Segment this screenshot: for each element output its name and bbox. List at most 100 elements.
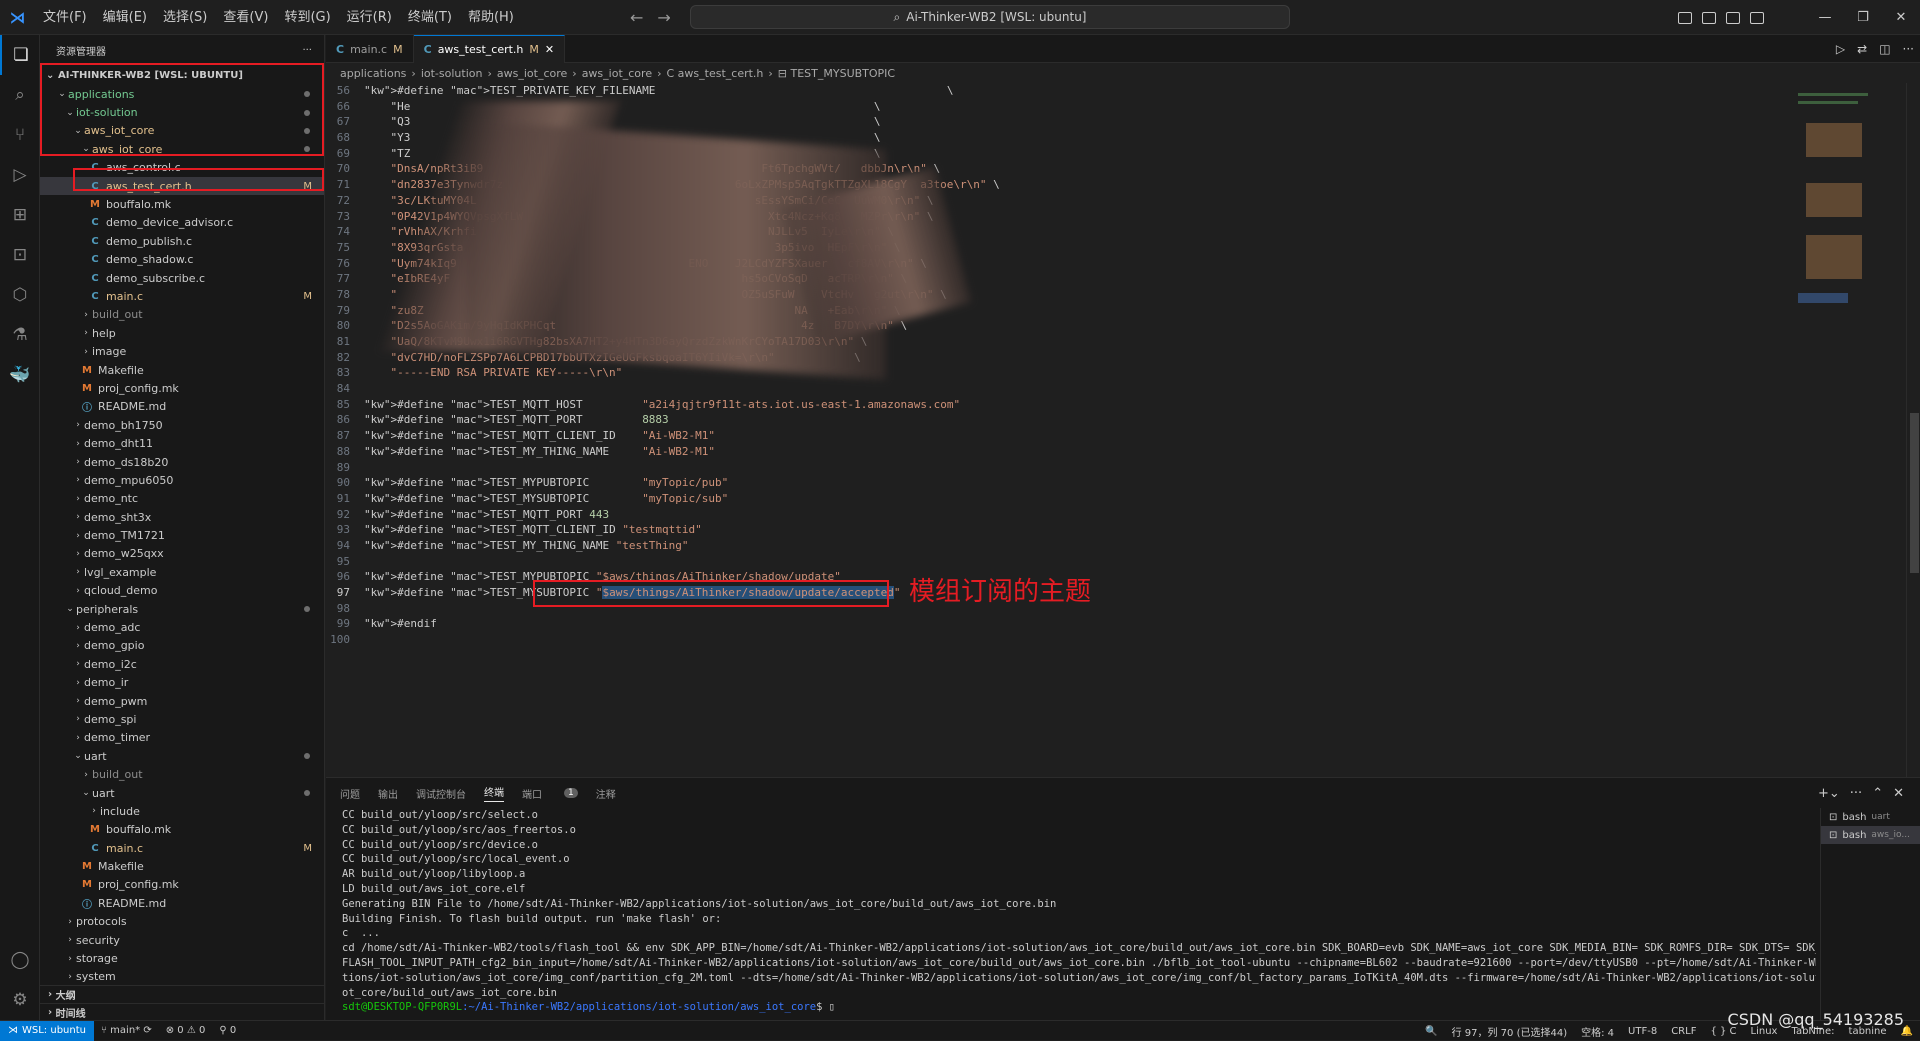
close-panel-icon[interactable]: ✕ — [1893, 786, 1904, 801]
more-icon[interactable]: ··· — [1903, 42, 1914, 56]
terminal-prompt[interactable]: sdt@DESKTOP-QFP0R9L:~/Ai-Thinker-WB2/app… — [342, 1000, 1816, 1015]
code-view[interactable]: 56 "kw">#define "mac">TEST_PRIVATE_KEY_FI… — [326, 83, 1786, 777]
tree-item[interactable]: ⌄ peripherals — [40, 600, 324, 618]
tree-item[interactable]: › demo_timer — [40, 729, 324, 747]
breadcrumb-item[interactable]: applications — [340, 67, 406, 80]
workspace-root[interactable]: ⌄ AI-THINKER-WB2 [WSL: UBUNTU] — [40, 65, 324, 85]
tree-item[interactable]: › protocols — [40, 913, 324, 931]
tree-item[interactable]: › system — [40, 968, 324, 986]
remote-indicator[interactable]: ⋊ WSL: ubuntu — [0, 1020, 94, 1041]
tree-item[interactable]: Cdemo_device_advisor.c — [40, 214, 324, 232]
toggle-sidebar-icon[interactable] — [1678, 11, 1692, 24]
panel-tab[interactable]: 输出 — [378, 786, 398, 801]
tree-item[interactable]: Caws_test_cert.h M — [40, 176, 324, 196]
breadcrumb-item[interactable]: aws_iot_core — [497, 67, 567, 80]
remote-explorer-icon[interactable]: ⊡ — [0, 235, 40, 275]
editor-scrollbar[interactable] — [1906, 83, 1920, 777]
package-icon[interactable]: ⬡ — [0, 275, 40, 315]
tree-item[interactable]: › demo_ds18b20 — [40, 453, 324, 471]
terminal-output[interactable]: CC build_out/yloop/src/select.o CC build_… — [342, 808, 1816, 1021]
tree-item[interactable]: M Makefile — [40, 857, 324, 875]
panel-tab[interactable]: 终端 — [484, 784, 504, 802]
minimize-icon[interactable]: — — [1806, 10, 1844, 25]
tree-item[interactable]: ⌄ uart — [40, 747, 324, 765]
tree-item[interactable]: ⌄ iot-solution — [40, 103, 324, 121]
testing-icon[interactable]: ⚗ — [0, 315, 40, 355]
tree-item[interactable]: ⓘ README.md — [40, 398, 324, 416]
menu-item[interactable]: 编辑(E) — [95, 0, 155, 35]
breadcrumb-item[interactable]: C aws_test_cert.h — [667, 67, 764, 80]
tree-item[interactable]: Caws_control.c — [40, 159, 324, 177]
panel-tab[interactable]: 端口 — [522, 786, 542, 801]
tree-item[interactable]: ⌄ aws_iot_core — [40, 122, 324, 140]
panel-more-icon[interactable]: ··· — [1850, 786, 1862, 801]
panel-tab[interactable]: 问题 — [340, 786, 360, 801]
run-debug-icon[interactable]: ▷ — [0, 155, 40, 195]
tree-item[interactable]: › storage — [40, 949, 324, 967]
close-window-icon[interactable]: ✕ — [1882, 10, 1920, 25]
encoding[interactable]: UTF-8 — [1621, 1026, 1664, 1037]
explorer-icon[interactable]: ❏ — [0, 35, 40, 75]
tree-item[interactable]: ⌄ aws_iot_core — [40, 140, 324, 158]
menu-item[interactable]: 选择(S) — [155, 0, 215, 35]
tree-item[interactable]: Mproj_config.mk — [40, 379, 324, 397]
tree-item[interactable]: Cmain.c M — [40, 287, 324, 305]
terminal-instance[interactable]: ⊡ bash aws_io... — [1821, 826, 1920, 844]
compare-icon[interactable]: ⇄ — [1857, 42, 1867, 56]
menu-item[interactable]: 运行(R) — [339, 0, 400, 35]
tree-item[interactable]: › demo_i2c — [40, 655, 324, 673]
breadcrumb-item[interactable]: iot-solution — [421, 67, 483, 80]
breadcrumb-item[interactable]: aws_iot_core — [582, 67, 652, 80]
tree-item[interactable]: › demo_w25qxx — [40, 545, 324, 563]
menu-item[interactable]: 文件(F) — [35, 0, 95, 35]
docker-icon[interactable]: 🐳 — [0, 355, 40, 395]
run-icon[interactable]: ▷ — [1836, 42, 1845, 56]
account-icon[interactable]: ◯ — [0, 940, 40, 980]
toggle-panel-icon[interactable] — [1702, 11, 1716, 24]
new-terminal-icon[interactable]: +⌄ — [1818, 786, 1840, 801]
tree-item[interactable]: › lvgl_example — [40, 563, 324, 581]
more-actions-icon[interactable]: ··· — [302, 45, 312, 56]
tree-item[interactable]: › demo_sht3x — [40, 508, 324, 526]
panel-tab[interactable]: 调试控制台 — [416, 786, 466, 801]
tree-item[interactable]: M Makefile — [40, 361, 324, 379]
zoom-icon[interactable]: 🔍 — [1418, 1026, 1444, 1037]
tree-item[interactable]: ⌄ applications — [40, 85, 324, 103]
timeline-header[interactable]: › 时间线 — [40, 1003, 325, 1021]
tree-item[interactable]: Cdemo_subscribe.c — [40, 269, 324, 287]
tree-item[interactable]: › help — [40, 324, 324, 342]
tree-item[interactable]: Cdemo_shadow.c — [40, 251, 324, 269]
minimap[interactable] — [1796, 83, 1876, 777]
tree-item[interactable]: › include — [40, 802, 324, 820]
panel-tab[interactable]: 注释 — [596, 786, 616, 801]
tree-item[interactable]: ⌄ uart — [40, 784, 324, 802]
forward-arrow-icon[interactable]: → — [657, 8, 670, 27]
menu-item[interactable]: 查看(V) — [215, 0, 276, 35]
terminal-instance[interactable]: ⊡ bash uart — [1821, 808, 1920, 826]
close-tab-icon[interactable]: ✕ — [545, 43, 554, 56]
extensions-icon[interactable]: ⊞ — [0, 195, 40, 235]
menu-item[interactable]: 转到(G) — [276, 0, 338, 35]
ports-indicator[interactable]: ⚲ 0 — [212, 1025, 243, 1036]
tree-item[interactable]: › image — [40, 342, 324, 360]
source-control-icon[interactable]: ⑂ — [0, 115, 40, 155]
settings-gear-icon[interactable]: ⚙ — [0, 980, 40, 1020]
search-view-icon[interactable]: ⌕ — [0, 75, 40, 115]
customize-layout-icon[interactable] — [1750, 11, 1764, 24]
problems-indicator[interactable]: ⊗ 0 ⚠ 0 — [159, 1025, 213, 1036]
split-editor-icon[interactable]: ◫ — [1879, 42, 1890, 56]
tree-item[interactable]: › demo_ir — [40, 674, 324, 692]
maximize-panel-icon[interactable]: ⌃ — [1872, 786, 1883, 801]
tree-item[interactable]: › demo_spi — [40, 710, 324, 728]
tree-item[interactable]: Cdemo_publish.c — [40, 232, 324, 250]
menu-item[interactable]: 帮助(H) — [460, 0, 522, 35]
tree-item[interactable]: ⓘ README.md — [40, 894, 324, 912]
tree-item[interactable]: Mbouffalo.mk — [40, 821, 324, 839]
tree-item[interactable]: › demo_gpio — [40, 637, 324, 655]
tree-item[interactable]: › qcloud_demo — [40, 582, 324, 600]
branch-indicator[interactable]: ⑂ main* ⟳ — [94, 1025, 159, 1036]
cursor-position[interactable]: 行 97，列 70 (已选择44) — [1445, 1024, 1575, 1039]
menu-item[interactable]: 终端(T) — [400, 0, 460, 35]
breadcrumb-item[interactable]: ⊟ TEST_MYSUBTOPIC — [778, 67, 895, 80]
tree-item[interactable]: Mbouffalo.mk — [40, 195, 324, 213]
